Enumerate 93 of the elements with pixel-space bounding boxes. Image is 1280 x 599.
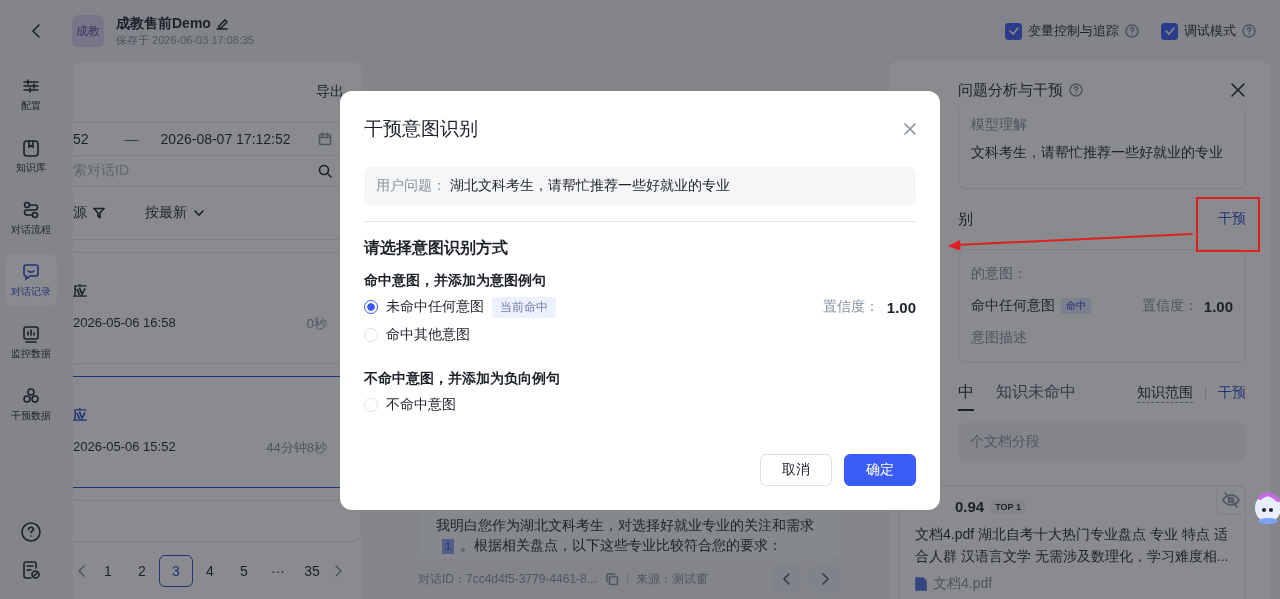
sort-dropdown[interactable]: 按最新 (145, 204, 205, 222)
search-icon[interactable] (318, 164, 332, 178)
date-start: 52 (73, 131, 89, 147)
check-icon (1164, 27, 1175, 35)
nav-item[interactable]: 对话记录 (5, 254, 57, 306)
page-button[interactable]: 1 (91, 555, 125, 587)
intent-badge: 命中 (1061, 298, 1091, 314)
filter-button[interactable]: 源 (73, 204, 105, 222)
help-icon[interactable] (20, 521, 42, 543)
intent-name: 命中任何意图 (971, 297, 1055, 315)
intervene-link[interactable]: 干预 (1218, 210, 1246, 228)
question-text: 湖北文科考生，请帮忙推荐一些好就业的专业 (450, 177, 730, 195)
snippet-text: 文档4.pdf 湖北自考十大热门专业盘点 专业 特点 适合人群 汉语言文学 无需涉及数理化，学习难度相... (915, 525, 1230, 566)
funnel-icon (93, 207, 105, 219)
hide-button[interactable] (1216, 485, 1246, 515)
chevron-right-icon (820, 572, 830, 586)
help-icon[interactable] (1242, 24, 1256, 38)
help-icon[interactable] (1069, 83, 1083, 97)
close-icon[interactable] (904, 123, 916, 135)
nav-item[interactable]: 知识库 (5, 130, 57, 182)
eye-slash-icon (1222, 492, 1240, 508)
page-button[interactable]: 3 (159, 555, 193, 587)
confirm-button[interactable]: 确定 (844, 454, 916, 486)
checkbox[interactable] (1005, 22, 1022, 40)
file-name: 文档4.pdf (933, 575, 993, 593)
confidence-value: 1.00 (886, 298, 916, 316)
page-button[interactable]: 2 (125, 555, 159, 587)
tab[interactable]: 中 (958, 375, 974, 411)
date-end: 2026-08-07 17:12:52 (160, 131, 291, 147)
record-title: 应 (73, 407, 88, 425)
group-title: 命中意图，并添加为意图例句 (364, 271, 547, 290)
dialog-title: 干预意图识别 (364, 117, 478, 141)
nav-item[interactable]: 监控数据 (5, 316, 57, 368)
intervene-link[interactable]: 干预 (1218, 384, 1246, 402)
radio-button[interactable] (364, 300, 378, 314)
record-title: 应 (73, 283, 88, 301)
chat-bubble-icon (21, 261, 41, 282)
record-time: 2026-05-06 15:52 (73, 439, 176, 456)
app-title: 成教售前Demo (116, 14, 211, 33)
confidence-label: 置信度： (822, 298, 879, 316)
export-link[interactable]: 导出 (316, 83, 344, 101)
copy-icon[interactable] (604, 572, 619, 586)
understanding-text: 文科考生，请帮忙推荐一些好就业的专业 (971, 144, 1224, 162)
back-icon[interactable] (30, 23, 42, 39)
cancel-button[interactable]: 取消 (760, 454, 832, 486)
question-label: 用户问题： (376, 177, 446, 195)
document-settings-icon[interactable] (20, 559, 42, 581)
nav-item[interactable]: 干预数据 (5, 378, 57, 430)
intent-description: 意图描述 (971, 329, 1028, 347)
page-button[interactable]: 5 (227, 555, 261, 587)
group-title: 不命中意图，并添加为负向例句 (364, 369, 561, 388)
current-hit-badge: 当前命中 (492, 296, 556, 318)
chevron-down-icon (193, 207, 205, 219)
knowledge-scope-link[interactable]: 知识范围 (1137, 383, 1193, 403)
record-duration: 0秒 (306, 315, 327, 333)
option-label[interactable]: 未命中任何意图 (386, 298, 484, 316)
circles-icon (21, 385, 41, 406)
close-icon[interactable] (1230, 82, 1246, 98)
rank-badge: TOP 1 (990, 499, 1026, 514)
page-button[interactable]: ··· (261, 555, 295, 587)
edit-icon[interactable] (214, 16, 229, 31)
check-icon (1008, 27, 1019, 35)
record-duration: 44分钟8秒 (266, 439, 327, 457)
chevron-right-icon[interactable] (333, 564, 343, 578)
chevron-left-icon[interactable] (77, 564, 87, 578)
option-label[interactable]: 不命中意图 (386, 396, 456, 414)
section-heading: 别 (958, 209, 973, 229)
nav-item[interactable]: 对话流程 (5, 192, 57, 244)
chart-icon (21, 323, 41, 344)
intent-label: 的意图： (971, 265, 1028, 283)
help-icon[interactable] (1125, 24, 1139, 38)
nav-item[interactable]: 配置 (5, 68, 57, 120)
checkbox-label: 变量控制与追踪 (1028, 22, 1119, 40)
chevron-left-icon (782, 572, 792, 586)
page-button[interactable]: 4 (193, 555, 227, 587)
record-time: 2026-05-06 16:58 (73, 315, 176, 332)
tab[interactable]: 知识未命中 (996, 375, 1076, 411)
calendar-icon[interactable] (318, 132, 332, 146)
confidence-value: 1.00 (1203, 297, 1233, 315)
confidence-value: 0.94 (955, 498, 985, 515)
checkbox[interactable] (1161, 22, 1178, 40)
date-separator: — (124, 131, 139, 147)
highlight-frame (1196, 197, 1260, 252)
checkbox-label: 调试模式 (1184, 22, 1236, 40)
flow-icon (21, 199, 41, 220)
section-title: 请选择意图识别方式 (364, 238, 509, 258)
page-button[interactable]: 35 (295, 555, 329, 587)
book-icon (21, 137, 41, 158)
app-avatar: 成教 (72, 15, 104, 47)
panel-title: 问题分析与干预 (958, 80, 1063, 100)
word-file-icon (915, 577, 927, 591)
option-label[interactable]: 命中其他意图 (386, 326, 470, 344)
confidence-label: 置信度： (1141, 297, 1198, 315)
